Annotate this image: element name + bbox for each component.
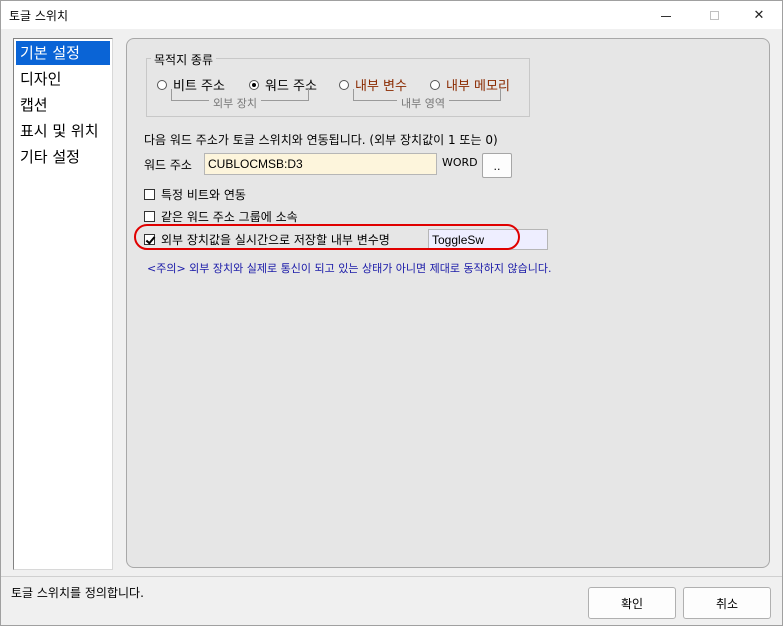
settings-panel [126, 38, 770, 568]
dialog-window: 토글 스위치 ✕ 기본 설정 디자인 캡션 표시 및 위치 기타 설정 목적지 … [0, 0, 783, 626]
external-device-caption: 외부 장치 [209, 95, 261, 111]
browse-button[interactable]: .. [482, 153, 512, 178]
checkbox-icon [144, 211, 155, 222]
checkbox-icon [144, 189, 155, 200]
radio-checked-icon [249, 79, 259, 90]
checkbox-label: 같은 워드 주소 그룹에 소속 [161, 210, 298, 224]
checkbox-label: 특정 비트와 연동 [161, 188, 246, 202]
warning-text: <주의> 외부 장치와 실제로 통신이 되고 있는 상태가 아니면 제대로 동작… [147, 262, 552, 275]
cancel-button[interactable]: 취소 [683, 587, 771, 619]
minimize-button[interactable] [643, 1, 689, 29]
radio-icon [430, 79, 440, 90]
window-title: 토글 스위치 [9, 9, 69, 23]
settings-nav: 기본 설정 디자인 캡션 표시 및 위치 기타 설정 [13, 38, 113, 570]
maximize-button [691, 1, 737, 29]
destination-caption: 목적지 종류 [151, 51, 217, 68]
internal-area-caption: 내부 영역 [397, 95, 449, 111]
status-text: 토글 스위치를 정의합니다. [11, 586, 144, 600]
nav-item-display-position[interactable]: 표시 및 위치 [16, 119, 99, 143]
description-text: 다음 워드 주소가 토글 스위치와 연동됩니다. (외부 장치값이 1 또는 0… [144, 133, 498, 147]
nav-item-other[interactable]: 기타 설정 [16, 145, 80, 169]
close-icon: ✕ [753, 7, 765, 23]
close-button[interactable]: ✕ [736, 1, 782, 29]
nav-item-basic[interactable]: 기본 설정 [16, 41, 110, 65]
radio-icon [157, 79, 167, 90]
ok-button[interactable]: 확인 [588, 587, 676, 619]
checkbox-same-group[interactable]: 같은 워드 주소 그룹에 소속 [144, 208, 298, 225]
checkbox-specific-bit[interactable]: 특정 비트와 연동 [144, 186, 246, 203]
radio-icon [339, 79, 349, 90]
title-bar: 토글 스위치 ✕ [1, 1, 782, 29]
minimize-icon [661, 15, 671, 17]
nav-item-design[interactable]: 디자인 [16, 67, 61, 91]
maximize-icon [709, 10, 719, 20]
word-address-input[interactable] [204, 153, 437, 175]
highlight-annotation [134, 224, 520, 250]
word-address-label: 워드 주소 [144, 158, 192, 172]
word-unit-label: WORD [442, 156, 478, 169]
nav-item-caption[interactable]: 캡션 [16, 93, 48, 117]
